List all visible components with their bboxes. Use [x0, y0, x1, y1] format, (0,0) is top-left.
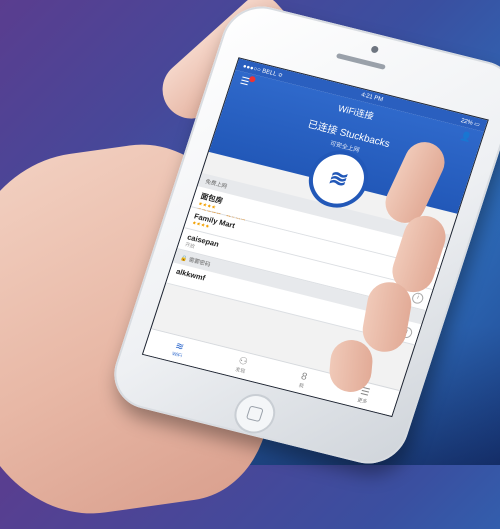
tab-wifi[interactable]: ≋ WiFi: [171, 340, 186, 359]
tab-label: WiFi: [171, 350, 183, 359]
wifi-icon: ≋: [325, 164, 352, 193]
tab-label: 发现: [234, 366, 246, 375]
tab-discover[interactable]: ⚇ 发现: [234, 355, 249, 375]
tab-label: 更多: [356, 397, 368, 406]
tab-me[interactable]: 8 我: [297, 371, 309, 390]
profile-icon: 8: [299, 371, 309, 383]
users-icon: ⚇: [236, 355, 250, 369]
tab-label: 我: [297, 382, 305, 390]
